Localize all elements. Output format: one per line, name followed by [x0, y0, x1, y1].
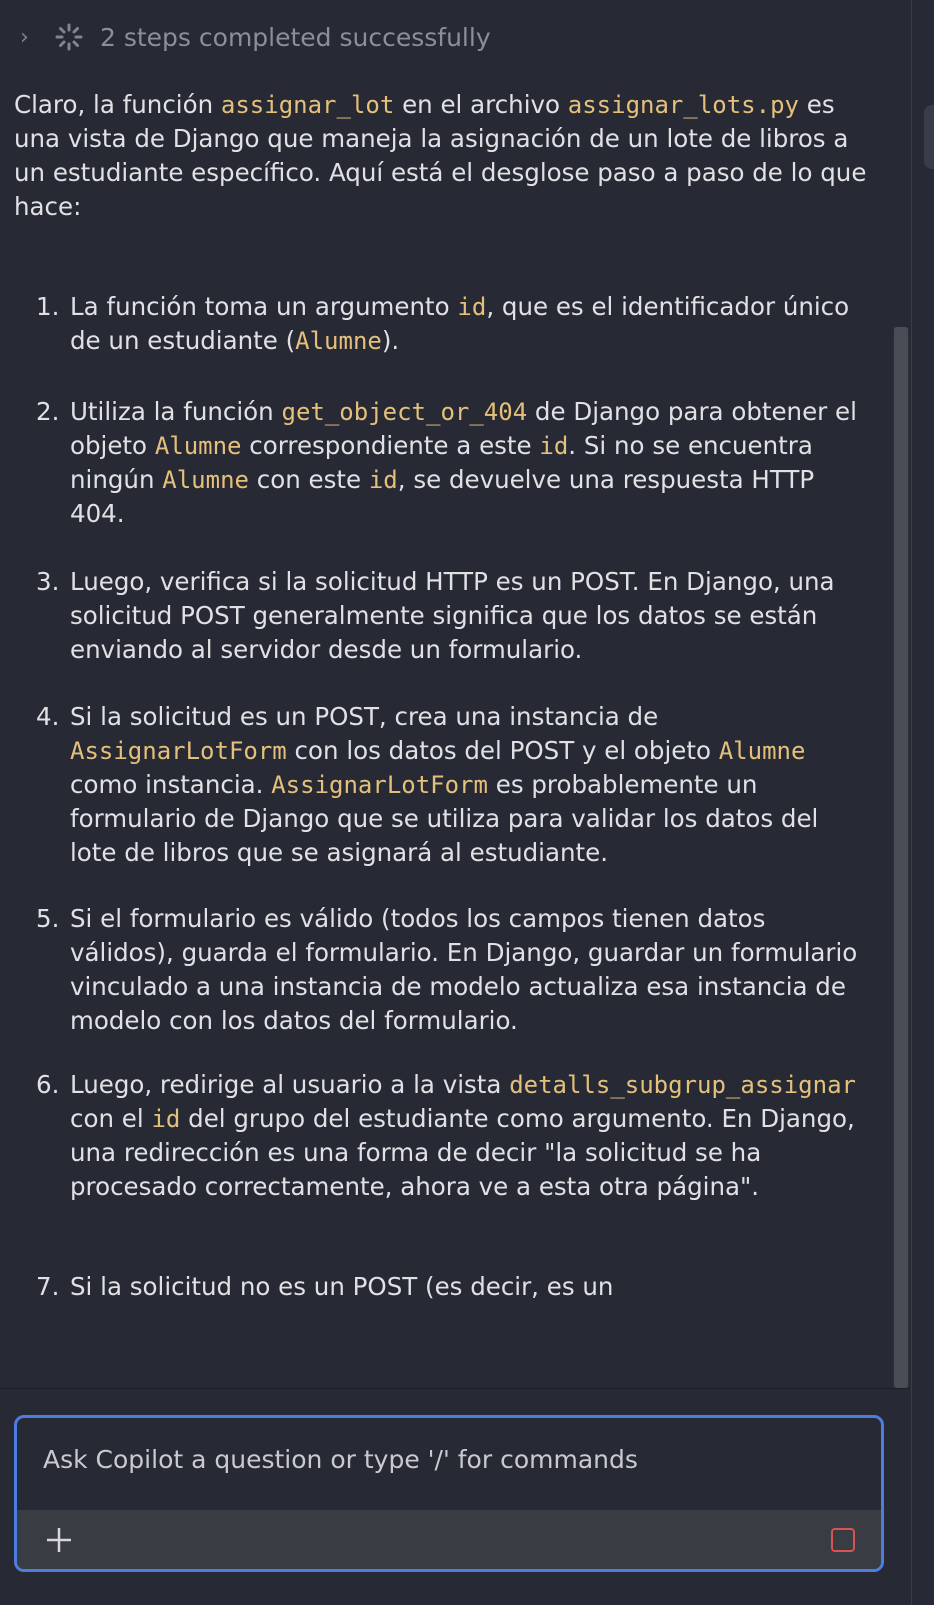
chat-transcript: › 2 steps completed successfully Claro, … [0, 0, 910, 1388]
copilot-chat-panel: › 2 steps completed successfully Claro, … [0, 0, 934, 1605]
text-run: con el [70, 1104, 152, 1133]
stop-icon[interactable] [831, 1528, 855, 1552]
plus-icon[interactable] [43, 1524, 75, 1556]
inline-code: assignar_lot [220, 91, 395, 119]
intro-text: en el archivo [394, 90, 568, 119]
inline-code: detalls_subgrup_assignar [509, 1071, 856, 1099]
inline-code: Alumne [154, 432, 242, 460]
text-run: La función toma un argumento [70, 292, 458, 321]
steps-summary[interactable]: › 2 steps completed successfully [20, 20, 491, 54]
list-number: 4. [36, 702, 60, 731]
spinner-icon [55, 23, 83, 51]
inline-code: id [368, 466, 398, 494]
list-item-text: Luego, redirige al usuario a la vista de… [70, 1068, 870, 1204]
list-number: 5. [36, 904, 60, 933]
scrollbar-thumb[interactable] [894, 327, 908, 1388]
inline-code: id [151, 1105, 181, 1133]
text-run: como instancia. [70, 770, 272, 799]
side-scroll-handle[interactable] [924, 105, 934, 169]
list-item-text: La función toma un argumento id, que es … [70, 290, 870, 358]
inline-code: id [539, 432, 569, 460]
inline-code: id [457, 293, 487, 321]
text-run: Luego, redirige al usuario a la vista [70, 1070, 510, 1099]
list-item-text: Si la solicitud es un POST, crea una ins… [70, 700, 870, 870]
chat-input-box[interactable] [14, 1415, 884, 1572]
inline-code: Alumne [718, 737, 806, 765]
text-run: Si el formulario es válido (todos los ca… [70, 904, 858, 1035]
list-number: 1. [36, 292, 60, 321]
inline-code: Alumne [162, 466, 249, 494]
input-toolbar [17, 1510, 881, 1569]
text-run: con los datos del POST y el objeto [286, 736, 719, 765]
list-item-text: Luego, verifica si la solicitud HTTP es … [70, 565, 870, 667]
inline-code: get_object_or_404 [281, 398, 528, 426]
inline-code: AssignarLotForm [70, 737, 287, 765]
text-run: Utiliza la función [70, 397, 282, 426]
list-item-text: Si el formulario es válido (todos los ca… [70, 902, 870, 1038]
text-run: con este [248, 465, 369, 494]
list-item-text: Utiliza la función get_object_or_404 de … [70, 395, 870, 531]
inline-code: AssignarLotForm [271, 771, 488, 799]
intro-paragraph: Claro, la función assignar_lot en el arc… [14, 88, 874, 224]
text-run: Luego, verifica si la solicitud HTTP es … [70, 567, 835, 664]
text-run: Si la solicitud no es un POST (es decir,… [70, 1272, 614, 1301]
inline-code: Alumne [295, 327, 382, 355]
input-divider [0, 1388, 911, 1389]
list-number: 7. [36, 1272, 60, 1301]
text-run: Si la solicitud es un POST, crea una ins… [70, 702, 659, 731]
panel-divider [911, 0, 912, 1605]
list-number: 2. [36, 397, 60, 426]
inline-code: assignar_lots.py [567, 91, 799, 119]
list-number: 6. [36, 1070, 60, 1099]
text-run: ). [381, 326, 400, 355]
chevron-right-icon[interactable]: › [20, 25, 38, 50]
list-number: 3. [36, 567, 60, 596]
text-run: del grupo del estudiante como argumento.… [70, 1104, 855, 1201]
list-item-text: Si la solicitud no es un POST (es decir,… [70, 1270, 870, 1304]
steps-summary-text: 2 steps completed successfully [100, 22, 491, 52]
chat-input[interactable] [41, 1444, 845, 1475]
intro-text: Claro, la función [14, 90, 221, 119]
text-run: correspondiente a este [241, 431, 540, 460]
